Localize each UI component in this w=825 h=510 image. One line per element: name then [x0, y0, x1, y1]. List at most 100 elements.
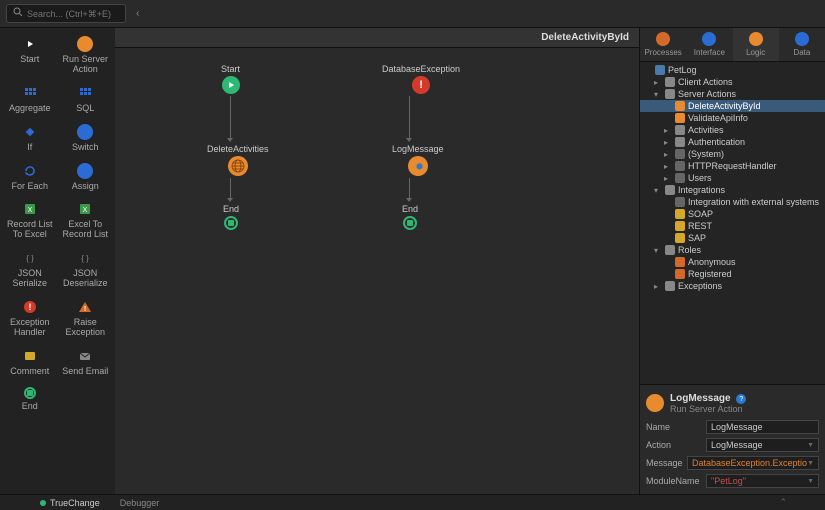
- tab-label: Interface: [694, 48, 725, 57]
- palette-label: Excel To Record List: [60, 220, 112, 240]
- truechange-tab[interactable]: TrueChange: [30, 496, 110, 510]
- tree-item-validateapiinfo[interactable]: ValidateApiInfo: [640, 112, 825, 124]
- search-box[interactable]: [6, 4, 126, 23]
- palette-assign[interactable]: Assign: [58, 159, 114, 198]
- palette-exception-handler[interactable]: !Exception Handler: [2, 295, 58, 344]
- flow-canvas[interactable]: Start DeleteActivities End: [115, 48, 639, 494]
- prop-field[interactable]: LogMessage▼: [706, 438, 819, 452]
- prop-label: ModuleName: [646, 476, 702, 486]
- palette-json-serialize[interactable]: { }JSON Serialize: [2, 246, 58, 295]
- palette-raise-exception[interactable]: !Raise Exception: [58, 295, 114, 344]
- tree-item-server-actions[interactable]: ▾Server Actions: [640, 88, 825, 100]
- prop-field[interactable]: LogMessage: [706, 420, 819, 434]
- tree-toggle-icon[interactable]: ▸: [664, 162, 672, 171]
- tree-item-anonymous[interactable]: Anonymous: [640, 256, 825, 268]
- flow-log-node[interactable]: LogMessage ⬢: [392, 144, 444, 176]
- palette-send-email[interactable]: Send Email: [58, 344, 114, 383]
- palette-record-list-to-excel[interactable]: XRecord List To Excel: [2, 197, 58, 246]
- tree-item-activities[interactable]: ▸Activities: [640, 124, 825, 136]
- flow-end-node[interactable]: End: [402, 204, 418, 230]
- palette-start[interactable]: Start: [2, 32, 58, 81]
- tree-item-petlog[interactable]: PetLog: [640, 64, 825, 76]
- tree-item-httprequesthandler[interactable]: ▸HTTPRequestHandler: [640, 160, 825, 172]
- flow-start-node[interactable]: Start: [221, 64, 240, 94]
- tree-item-sap[interactable]: SAP: [640, 232, 825, 244]
- tree-item-integration-with-external-systems[interactable]: Integration with external systems: [640, 196, 825, 208]
- palette-sql[interactable]: SQL: [58, 81, 114, 120]
- stop-icon: [24, 387, 36, 399]
- palette-if[interactable]: If: [2, 120, 58, 159]
- palette-label: JSON Serialize: [4, 269, 56, 289]
- tree-item-integrations[interactable]: ▾ Integrations: [640, 184, 825, 196]
- prop-row-action: ActionLogMessage▼: [644, 436, 821, 454]
- tree-item-soap[interactable]: SOAP: [640, 208, 825, 220]
- palette-comment[interactable]: Comment: [2, 344, 58, 383]
- prop-value: DatabaseException.Exceptio: [692, 458, 807, 468]
- tree-toggle-icon[interactable]: ▾: [654, 186, 662, 195]
- tree-node-icon: [675, 269, 685, 279]
- tab-label: Data: [793, 48, 810, 57]
- palette-switch[interactable]: Switch: [58, 120, 114, 159]
- palette-json-deserialize[interactable]: { }JSON Deserialize: [58, 246, 114, 295]
- help-icon[interactable]: ?: [736, 394, 746, 404]
- tree-toggle-icon[interactable]: ▾: [654, 90, 662, 99]
- palette-label: Send Email: [62, 367, 108, 377]
- tree-label: DeleteActivityById: [688, 101, 761, 111]
- prop-field[interactable]: "PetLog"▼: [706, 474, 819, 488]
- prop-value: LogMessage: [711, 422, 763, 432]
- grid-icon: [77, 85, 93, 101]
- prop-field[interactable]: DatabaseException.Exceptio▼: [687, 456, 819, 470]
- palette-label: SQL: [76, 104, 94, 114]
- diamond-icon: [22, 124, 38, 140]
- palette-aggregate[interactable]: Aggregate: [2, 81, 58, 120]
- palette-end[interactable]: End: [2, 383, 58, 418]
- tree-toggle-icon[interactable]: ▸: [664, 174, 672, 183]
- tree-toggle-icon[interactable]: ▸: [654, 282, 662, 291]
- loop-icon: [22, 163, 38, 179]
- tree-label: Client Actions: [678, 77, 733, 87]
- tree-toggle-icon[interactable]: ▸: [664, 138, 672, 147]
- tree-item-authentication[interactable]: ▸ Authentication: [640, 136, 825, 148]
- tree-node-icon: [675, 221, 685, 231]
- play-icon: [22, 36, 38, 52]
- bottom-tabs: TrueChange Debugger ⌃: [0, 494, 825, 510]
- tab-data[interactable]: Data: [779, 28, 825, 61]
- canvas-area: DeleteActivityById Start DeleteActivitie…: [115, 28, 639, 494]
- svg-text:!: !: [84, 306, 86, 313]
- collapse-bottom-button[interactable]: ⌃: [771, 497, 795, 508]
- tree-item--system-[interactable]: ▸(System): [640, 148, 825, 160]
- tree-node-icon: [665, 185, 675, 195]
- debugger-tab[interactable]: Debugger: [110, 496, 170, 510]
- tree-toggle-icon[interactable]: ▸: [654, 78, 662, 87]
- tree-item-exceptions[interactable]: ▸Exceptions: [640, 280, 825, 292]
- search-input[interactable]: [27, 9, 119, 19]
- tab-interface[interactable]: Interface: [686, 28, 732, 61]
- palette-run-server-action[interactable]: Run Server Action: [58, 32, 114, 81]
- tree-toggle-icon[interactable]: ▸: [664, 150, 672, 159]
- tab-processes[interactable]: Processes: [640, 28, 686, 61]
- flow-action-node[interactable]: DeleteActivities: [207, 144, 269, 176]
- palette-excel-to-record-list[interactable]: XExcel To Record List: [58, 197, 114, 246]
- palette-label: Record List To Excel: [4, 220, 56, 240]
- tree-node-icon: [675, 209, 685, 219]
- flow-connector: [230, 178, 231, 198]
- tab-logic[interactable]: Logic: [733, 28, 779, 61]
- tree-toggle-icon[interactable]: ▾: [654, 246, 662, 255]
- flow-end-node[interactable]: End: [223, 204, 239, 230]
- tree-node-icon: [675, 113, 685, 123]
- palette-for-each[interactable]: For Each: [2, 159, 58, 198]
- tree-item-users[interactable]: ▸Users: [640, 172, 825, 184]
- collapse-palette-button[interactable]: ‹: [132, 6, 143, 21]
- tree-label: Integrations: [678, 185, 725, 195]
- tree-item-registered[interactable]: Registered: [640, 268, 825, 280]
- tree-item-roles[interactable]: ▾Roles: [640, 244, 825, 256]
- tree-toggle-icon[interactable]: ▸: [664, 126, 672, 135]
- flow-connector: [409, 178, 410, 198]
- tree-item-client-actions[interactable]: ▸ Client Actions: [640, 76, 825, 88]
- tree-label: Authentication: [688, 137, 745, 147]
- tree-item-rest[interactable]: REST: [640, 220, 825, 232]
- tree-item-deleteactivitybyid[interactable]: DeleteActivityById: [640, 100, 825, 112]
- canvas-title: DeleteActivityById: [115, 28, 639, 48]
- palette-label: Aggregate: [9, 104, 51, 114]
- flow-exception-node[interactable]: DatabaseException !: [382, 64, 460, 94]
